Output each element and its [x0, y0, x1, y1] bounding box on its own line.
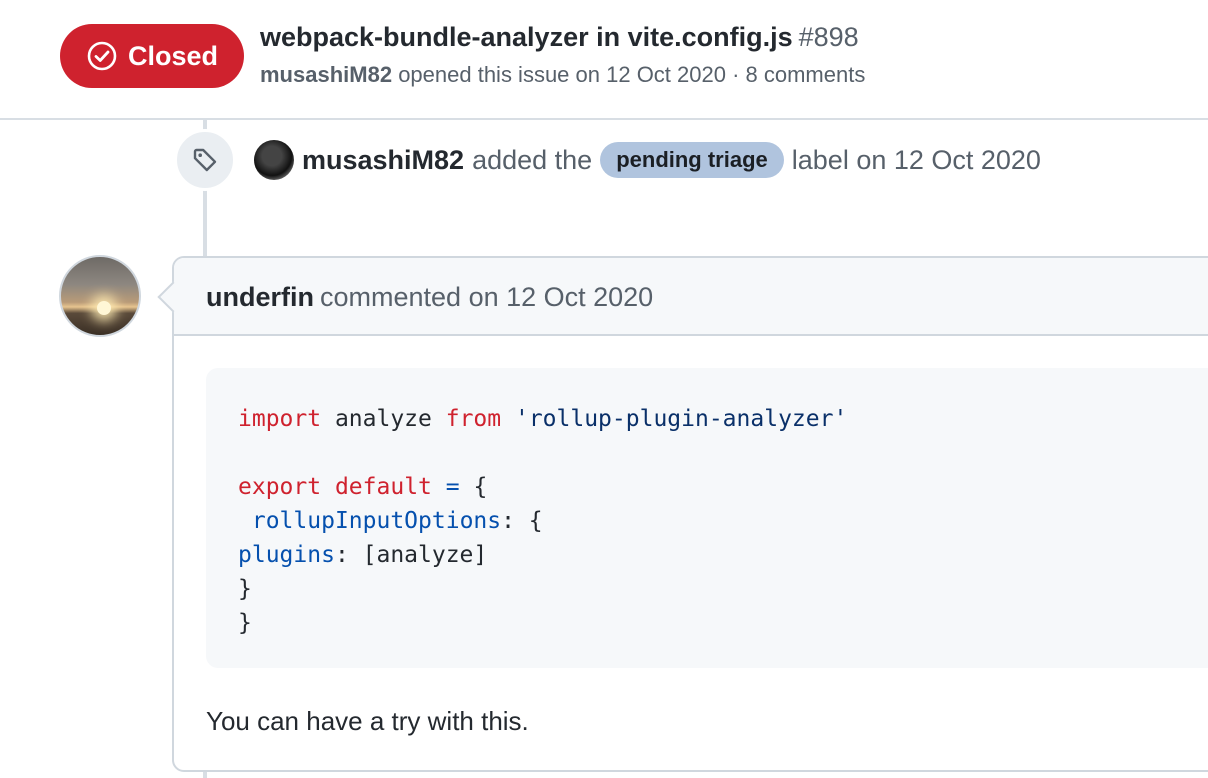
label-event-badge	[174, 129, 236, 191]
issue-header: Closed webpack-bundle-analyzer in vite.c…	[0, 0, 1208, 120]
issue-state-label: Closed	[127, 40, 219, 71]
event-user-link[interactable]: musashiM82	[302, 145, 464, 176]
code-text: }	[238, 576, 252, 602]
comment-box: underfin commented on 12 Oct 2020 import …	[157, 256, 1208, 772]
timeline-line	[203, 772, 207, 778]
issue-number: #898	[798, 22, 859, 52]
code-keyword: from	[445, 406, 502, 432]
code-text: }	[238, 610, 252, 636]
avatar[interactable]	[254, 140, 294, 180]
code-property: rollupInputOptions	[251, 508, 502, 534]
code-operator: =	[445, 474, 460, 500]
comment-timestamp[interactable]: commented on 12 Oct 2020	[320, 282, 653, 312]
code-string: 'rollup-plugin-analyzer'	[514, 406, 848, 432]
issue-title: webpack-bundle-analyzer in vite.config.j…	[260, 22, 859, 53]
code-keyword: export	[238, 474, 322, 500]
comment-header: underfin commented on 12 Oct 2020	[174, 258, 1208, 336]
issue-state-badge: Closed	[60, 24, 244, 88]
label-pending-triage[interactable]: pending triage	[600, 142, 784, 178]
comment-meta: underfin commented on 12 Oct 2020	[206, 282, 653, 313]
code-block: import analyze from 'rollup-plugin-analy…	[206, 368, 1208, 668]
issue-meta: musashiM82 opened this issue on 12 Oct 2…	[260, 62, 865, 88]
comment-body-text: You can have a try with this.	[206, 706, 529, 736]
code-text: : {	[501, 508, 543, 534]
issue-opened-text: opened this issue on 12 Oct 2020 · 8 com…	[398, 62, 866, 87]
code-text: : [analyze]	[334, 542, 488, 568]
tag-icon	[193, 148, 217, 172]
issue-title-text: webpack-bundle-analyzer in vite.config.j…	[260, 22, 793, 52]
event-action-text: added the	[472, 144, 593, 175]
comment-author-link[interactable]: underfin	[206, 282, 314, 312]
closed-check-icon	[87, 41, 117, 71]
code-property: plugins	[238, 542, 335, 568]
issue-author-link[interactable]: musashiM82	[260, 62, 392, 87]
code-text: {	[473, 474, 488, 500]
label-event: musashiM82 added the pending triage labe…	[254, 138, 1041, 182]
code-text: analyze	[321, 406, 446, 432]
code-keyword: default	[334, 474, 432, 500]
event-suffix-text: label on 12 Oct 2020	[791, 144, 1041, 175]
code-keyword: import	[238, 406, 322, 432]
avatar-sun-detail	[97, 301, 111, 315]
comment-author-avatar[interactable]	[59, 255, 141, 337]
